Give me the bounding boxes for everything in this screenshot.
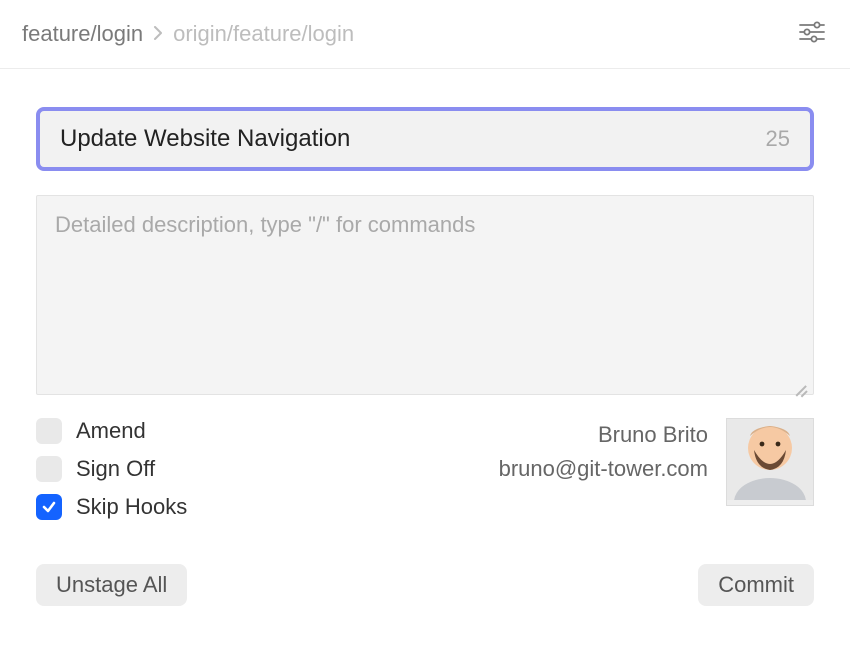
remote-branch-name[interactable]: origin/feature/login bbox=[173, 21, 354, 47]
checkbox-checked-icon bbox=[36, 494, 62, 520]
commit-panel: 25 Amend Sign Off Skip bbox=[0, 69, 850, 628]
checkbox-icon bbox=[36, 456, 62, 482]
subject-char-count: 25 bbox=[766, 126, 790, 152]
breadcrumb: feature/login origin/feature/login bbox=[22, 21, 354, 47]
commit-options: Amend Sign Off Skip Hooks bbox=[36, 418, 187, 520]
sign-off-label: Sign Off bbox=[76, 456, 155, 482]
author-avatar[interactable] bbox=[726, 418, 814, 506]
chevron-right-icon bbox=[153, 24, 163, 45]
commit-subject-field[interactable]: 25 bbox=[36, 107, 814, 171]
avatar-icon bbox=[726, 418, 814, 505]
commit-options-row: Amend Sign Off Skip Hooks Bruno Brito br… bbox=[36, 418, 814, 520]
commit-subject-input[interactable] bbox=[60, 125, 754, 153]
local-branch-name[interactable]: feature/login bbox=[22, 21, 143, 47]
commit-description-field bbox=[36, 195, 814, 400]
commit-description-input[interactable] bbox=[36, 195, 814, 395]
checkbox-icon bbox=[36, 418, 62, 444]
settings-button[interactable] bbox=[796, 18, 828, 50]
header-bar: feature/login origin/feature/login bbox=[0, 0, 850, 69]
author-block: Bruno Brito bruno@git-tower.com bbox=[499, 418, 814, 520]
skip-hooks-checkbox[interactable]: Skip Hooks bbox=[36, 494, 187, 520]
commit-actions: Unstage All Commit bbox=[36, 564, 814, 606]
skip-hooks-label: Skip Hooks bbox=[76, 494, 187, 520]
author-email: bruno@git-tower.com bbox=[499, 456, 708, 482]
author-name: Bruno Brito bbox=[499, 422, 708, 448]
sign-off-checkbox[interactable]: Sign Off bbox=[36, 456, 187, 482]
amend-checkbox[interactable]: Amend bbox=[36, 418, 187, 444]
sliders-icon bbox=[799, 21, 825, 48]
commit-button[interactable]: Commit bbox=[698, 564, 814, 606]
amend-label: Amend bbox=[76, 418, 146, 444]
unstage-all-button[interactable]: Unstage All bbox=[36, 564, 187, 606]
